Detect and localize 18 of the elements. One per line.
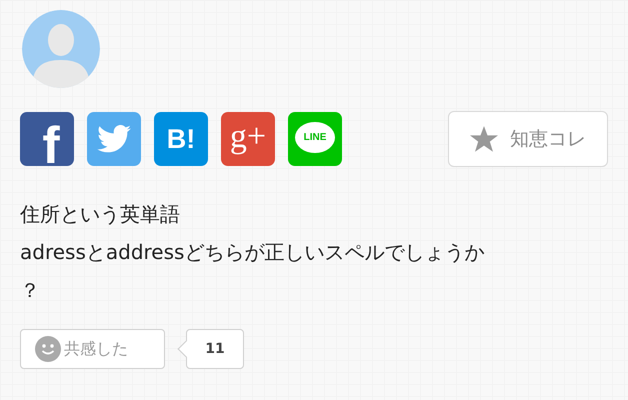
bird-icon	[97, 125, 131, 153]
share-button[interactable]: B!	[154, 112, 208, 166]
question-text: ？	[20, 277, 41, 304]
speech-bubble-logo: LINE	[295, 122, 335, 152]
share-button[interactable]	[87, 112, 141, 166]
share-button[interactable]: g+	[221, 112, 275, 166]
smiley-icon	[35, 336, 61, 362]
share-button[interactable]: f	[20, 112, 74, 166]
empathy-count: 11	[179, 329, 244, 369]
empathy-button[interactable]: 共感した	[20, 329, 165, 369]
f-letter: f	[42, 120, 60, 166]
logo-text: B!	[166, 124, 196, 154]
bookmark-button[interactable]: 知恵コレ	[448, 111, 608, 167]
question-text: adressとaddressどちらが正しいスペルでしょうか	[20, 239, 486, 266]
question-text: 住所という英単語	[20, 201, 181, 228]
logo-text: g+	[230, 118, 266, 156]
star-icon	[470, 126, 498, 152]
share-button[interactable]: LINE	[288, 112, 342, 166]
